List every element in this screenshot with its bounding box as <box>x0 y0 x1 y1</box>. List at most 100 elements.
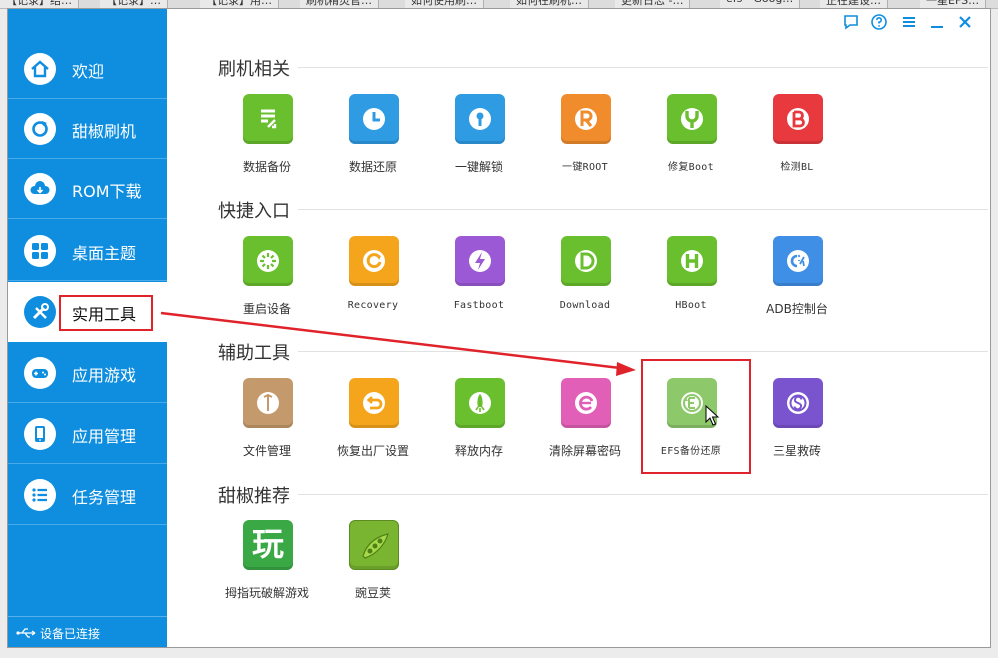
tile-label: ADB控制台 <box>766 302 828 316</box>
section-divider <box>298 209 988 210</box>
tile-one-click-unlock[interactable]: 一键解锁 <box>429 94 529 184</box>
tile-label: 一键ROOT <box>562 162 608 173</box>
device-status-text: 设备已连接 <box>40 627 101 641</box>
sidebar-item-welcome[interactable]: 欢迎 <box>8 39 167 99</box>
sidebar-item-label: 应用游戏 <box>72 366 137 385</box>
wan-game-icon: 玩 <box>243 520 293 570</box>
sidebar-item-rom-download[interactable]: ROM下载 <box>8 159 167 219</box>
reboot-icon <box>243 236 293 286</box>
browser-tab[interactable]: 【记录】用… <box>200 0 279 8</box>
sidebar-item-theme[interactable]: 桌面主题 <box>8 221 167 281</box>
device-status-bar: 设备已连接 <box>8 616 167 647</box>
browser-tab[interactable]: efs - Goog… <box>720 0 801 8</box>
root-r-icon <box>561 94 611 144</box>
section-title-recommended: 甜椒推荐 <box>218 486 290 507</box>
section-divider <box>298 494 988 495</box>
browser-tab[interactable]: 刷机精灵官… <box>300 0 379 8</box>
sidebar-item-label: ROM下载 <box>72 182 142 201</box>
tile-thumb-play-games[interactable]: 玩 拇指玩破解游戏 <box>217 520 317 610</box>
clock-restore-icon <box>349 94 399 144</box>
browser-tab[interactable]: 一星EFS… <box>920 0 987 8</box>
tile-label: 修复Boot <box>668 162 714 173</box>
tile-data-restore[interactable]: 数据还原 <box>323 94 423 184</box>
tile-label: 数据备份 <box>242 160 291 174</box>
feedback-icon[interactable] <box>842 13 860 31</box>
minimize-icon[interactable] <box>928 13 946 31</box>
section-divider <box>298 67 988 68</box>
tile-label: Recovery <box>347 300 399 311</box>
tile-download[interactable]: Download <box>535 236 635 326</box>
console-icon <box>773 236 823 286</box>
tile-fastboot[interactable]: Fastboot <box>429 236 529 326</box>
mouse-cursor-icon <box>705 405 720 426</box>
annotation-highlight-box <box>59 295 153 331</box>
browser-tab[interactable]: 如何使用刷… <box>405 0 484 8</box>
annotation-highlight-box <box>641 359 751 474</box>
tile-label: 清除屏幕密码 <box>548 444 621 458</box>
wan-glyph: 玩 <box>251 525 284 563</box>
tile-reboot-device[interactable]: 重启设备 <box>217 236 317 326</box>
tile-data-backup[interactable]: 数据备份 <box>217 94 317 184</box>
samsung-rescue-icon <box>773 378 823 428</box>
tile-repair-boot[interactable]: 修复Boot <box>641 94 741 184</box>
factory-reset-icon <box>349 378 399 428</box>
keyhole-icon <box>455 94 505 144</box>
sidebar-item-task-manager[interactable]: 任务管理 <box>8 465 167 525</box>
tile-hboot[interactable]: HBoot <box>641 236 741 326</box>
tile-recovery[interactable]: Recovery <box>323 236 423 326</box>
browser-tab[interactable]: 正在建设… <box>820 0 888 8</box>
browser-tab[interactable]: 【记录】结… <box>0 0 79 8</box>
tile-check-bl[interactable]: 检测BL <box>747 94 847 184</box>
tile-label: 恢复出厂设置 <box>336 444 409 458</box>
sidebar-item-flash[interactable]: 甜椒刷机 <box>8 99 167 159</box>
browser-tab[interactable]: 更新日志 -… <box>615 0 691 8</box>
tile-clear-screen-password[interactable]: 清除屏幕密码 <box>535 378 635 468</box>
sidebar-item-label: 甜椒刷机 <box>72 122 137 141</box>
download-d-icon <box>561 236 611 286</box>
menu-icon[interactable] <box>900 13 918 31</box>
tile-label: 三星救砖 <box>772 444 821 458</box>
close-icon[interactable] <box>956 13 974 31</box>
tile-samsung-rescue[interactable]: 三星救砖 <box>747 378 847 468</box>
help-icon[interactable] <box>870 13 888 31</box>
clear-password-icon <box>561 378 611 428</box>
tile-label: 检测BL <box>780 162 814 173</box>
tile-label: HBoot <box>675 300 707 311</box>
usb-icon <box>16 628 36 638</box>
section-title-shortcuts: 快捷入口 <box>218 201 290 222</box>
wrench-icon <box>667 94 717 144</box>
tile-factory-reset[interactable]: 恢复出厂设置 <box>323 378 423 468</box>
browser-tab[interactable]: 如何在刷机… <box>510 0 589 8</box>
app-window: 欢迎 甜椒刷机 ROM下载 桌面主题 实用工具 应用游戏 应用管理 任务管理 设… <box>7 8 991 648</box>
section-title-aux-tools: 辅助工具 <box>218 343 290 364</box>
tile-label: 豌豆荚 <box>354 586 391 600</box>
phone-icon <box>24 418 56 450</box>
gamepad-icon <box>24 357 56 389</box>
sidebar-item-app-manager[interactable]: 应用管理 <box>8 404 167 464</box>
sidebar-item-label: 任务管理 <box>72 488 137 507</box>
home-icon <box>24 53 56 85</box>
list-icon <box>24 479 56 511</box>
sidebar-item-label: 应用管理 <box>72 427 137 446</box>
recovery-icon <box>349 236 399 286</box>
grid-theme-icon <box>24 235 56 267</box>
tools-icon <box>24 296 56 328</box>
tile-label: Download <box>559 300 611 311</box>
tile-free-memory[interactable]: 释放内存 <box>429 378 529 468</box>
refresh-flash-icon <box>24 113 56 145</box>
section-title-flash: 刷机相关 <box>218 59 290 80</box>
tile-wandoujia[interactable]: 豌豆荚 <box>323 520 423 610</box>
tile-label: 重启设备 <box>242 302 291 316</box>
tile-file-manager[interactable]: 文件管理 <box>217 378 317 468</box>
file-manager-icon <box>243 378 293 428</box>
tile-label: 拇指玩破解游戏 <box>224 586 309 600</box>
sidebar-item-label: 桌面主题 <box>72 244 137 263</box>
rocket-icon <box>455 378 505 428</box>
tile-one-click-root[interactable]: 一键ROOT <box>535 94 635 184</box>
tile-label: Fastboot <box>453 300 505 311</box>
sidebar-item-apps-games[interactable]: 应用游戏 <box>8 343 167 403</box>
section-divider <box>298 351 988 352</box>
browser-tab[interactable]: 【记录】… <box>100 0 168 8</box>
tile-label: 一键解锁 <box>454 160 503 174</box>
tile-adb-console[interactable]: ADB控制台 <box>747 236 847 326</box>
